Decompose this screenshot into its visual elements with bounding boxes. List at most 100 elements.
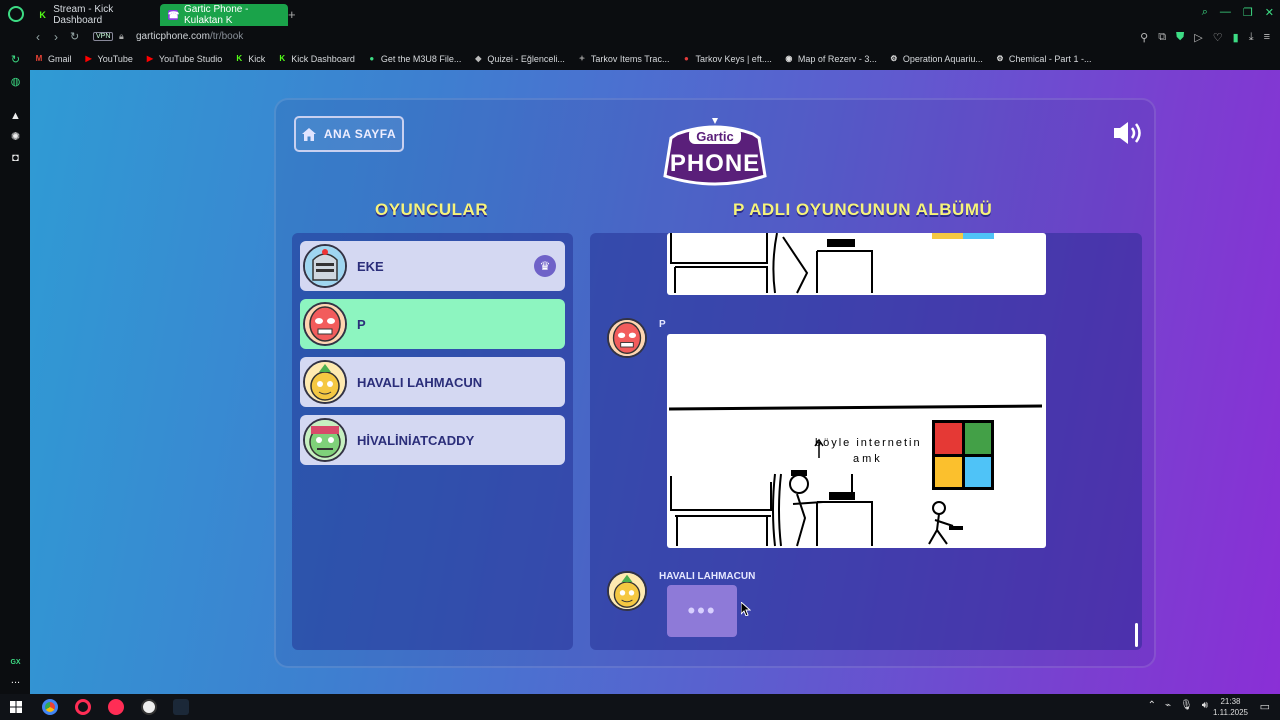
player-card-havali-lahmacun[interactable]: HAVALI LAHMACUN [300,357,565,407]
player-card-hivaliniatcaddy[interactable]: HİVALİNİATCADDY [300,415,565,465]
tab-label: Gartic Phone - Kulaktan K [184,4,249,26]
bookmark-favicon-icon: ● [369,54,375,63]
bookmark-item[interactable]: ▶ YouTube [84,54,133,64]
bookmark-item[interactable]: ● Get the M3U8 File... [367,54,462,64]
aria-bot-icon[interactable]: ◍ [9,76,22,89]
media-player-icon[interactable] [108,699,124,715]
bookmark-item[interactable]: ◆ Quizei - Eğlenceli... [473,54,565,64]
bookmark-favicon-icon: ⚙ [996,54,1004,63]
tab-kick-dashboard[interactable]: K Stream - Kick Dashboard [30,4,156,26]
player-name: HAVALI LAHMACUN [357,374,483,390]
bookmark-item[interactable]: ◉ Map of Rezerv - 3... [784,54,877,64]
sound-toggle-icon[interactable] [1112,120,1144,146]
bookmark-item[interactable]: M Gmail [34,54,72,64]
message-avatar-p [607,318,647,358]
tab-gartic-phone[interactable]: ☎ Gartic Phone - Kulaktan K [160,4,288,26]
menu-icon[interactable]: ≡ [1264,31,1270,44]
vpn-badge[interactable]: VPN [93,32,114,41]
bookmark-favicon-icon: ◆ [475,54,482,63]
notification-icon[interactable]: ▭ [1260,700,1270,713]
microphone-icon[interactable]: 🎙︎ [1180,700,1193,711]
pin-icon[interactable]: ⚲ [1140,31,1148,44]
download-icon[interactable]: ⤓ [1249,31,1254,44]
gx-icon[interactable]: GX [9,656,22,669]
player-card-eke[interactable]: EKE ♛ [300,241,565,291]
opera-gx-taskbar-icon[interactable] [75,699,91,715]
minimize-icon[interactable]: — [1220,6,1231,19]
logo-top-text: Gartic [696,129,734,144]
goblin-avatar [303,418,347,462]
knight-avatar [303,244,347,288]
opera-gx-logo-icon[interactable] [8,6,24,22]
search-icon[interactable]: ⌕ [1202,6,1208,19]
refresh-sidebar-icon[interactable]: ↻ [9,54,22,67]
bookmark-item[interactable]: ● Tarkov Keys | eft.... [681,54,772,64]
play-icon[interactable]: ▷ [1194,31,1202,44]
discord-icon[interactable]: ◘ [9,152,22,165]
bookmark-item[interactable]: K Kick [234,54,265,64]
shield-icon[interactable]: ⛊ [1176,31,1184,44]
back-icon[interactable]: ‹ [36,30,40,44]
heart-icon[interactable]: ♡ [1213,31,1223,44]
bookmark-label: Tarkov Keys | eft.... [695,54,772,64]
system-clock[interactable]: 21:38 1.11.2025 [1213,696,1248,718]
previous-drawing [667,233,1046,295]
steam-icon[interactable] [173,699,189,715]
gartic-phone-page: ANA SAYFA Gartic PHONE OYUNCULAR P ADLI … [30,70,1280,694]
luchador-avatar [303,302,347,346]
chatgpt-icon[interactable]: ✺ [9,131,22,144]
chrome-icon[interactable] [42,699,58,715]
home-icon [301,127,316,141]
bookmarks-bar: M Gmail ▶ YouTube ▶ YouTube Studio K Kick K Kick … [0,48,1280,70]
drawing-text-line2: amk [853,453,883,465]
pineapple-avatar [303,360,347,404]
clock-date: 1.11.2025 [1213,708,1248,717]
bookmark-label: Get the M3U8 File... [380,54,462,64]
bookmark-label: Tarkov Items Trac... [590,54,670,64]
lock-icon[interactable]: 🔒︎ [119,31,124,42]
windows-start-icon[interactable] [10,701,22,713]
forward-icon[interactable]: › [54,30,58,44]
players-heading: OYUNCULAR [375,200,489,219]
drawing-p: böyle internetin amk [667,334,1046,548]
new-tab-button[interactable]: + [288,7,296,22]
home-button[interactable]: ANA SAYFA [294,116,404,152]
bookmark-label: Kick Dashboard [291,54,355,64]
volume-icon[interactable]: 🔊︎ [1202,700,1208,711]
player-name: HİVALİNİATCADDY [357,432,475,448]
bookmark-item[interactable]: ⚙ Operation Aquariu... [889,54,983,64]
typing-indicator: ••• [667,585,737,637]
player-card-p[interactable]: P [300,299,565,349]
more-icon[interactable]: ... [9,674,22,687]
bookmark-favicon-icon: ◉ [785,54,793,63]
bookmark-item[interactable]: ✦ Tarkov Items Trac... [577,54,670,64]
bookmark-label: Quizei - Eğlenceli... [487,54,565,64]
url-field[interactable]: garticphone.com/tr/book [136,31,243,42]
network-icon[interactable]: ⌁ [1165,700,1171,711]
album-scrollbar[interactable] [1135,623,1138,647]
kick-favicon-icon: K [39,10,46,20]
bookmark-item[interactable]: ▶ YouTube Studio [145,54,222,64]
message-author-p: P [659,319,666,330]
bookmark-label: YouTube [97,54,133,64]
close-icon[interactable]: ✕ [1265,6,1274,19]
address-bar: ‹ › ↻ VPN 🔒︎ garticphone.com/tr/book ⚲ ⧉… [0,28,1280,48]
window-controls: ⌕ — ❐ ✕ [1202,6,1274,19]
url-path: /tr/book [209,31,244,42]
mouse-cursor-icon [741,602,751,616]
battery-icon[interactable]: ▮ [1233,31,1239,44]
kick-sidebar-icon[interactable]: ▲ [9,110,22,123]
bookmark-item[interactable]: ⚙ Chemical - Part 1 -... [995,54,1091,64]
bookmark-item[interactable]: K Kick Dashboard [277,54,355,64]
bookmark-favicon-icon: M [35,54,43,63]
reload-icon[interactable]: ↻ [70,30,79,43]
bookmark-favicon-icon: K [236,54,243,63]
obs-icon[interactable] [141,699,157,715]
restore-icon[interactable]: ❐ [1243,6,1253,19]
bookmark-label: Operation Aquariu... [902,54,983,64]
bookmark-favicon-icon: ● [684,54,689,63]
chevron-up-icon[interactable]: ⌃ [1148,700,1156,711]
bookmark-label: YouTube Studio [158,54,223,64]
snapshot-icon[interactable]: ⧉ [1158,31,1166,44]
album-heading: P ADLI OYUNCUNUN ALBÜMÜ [733,200,993,219]
